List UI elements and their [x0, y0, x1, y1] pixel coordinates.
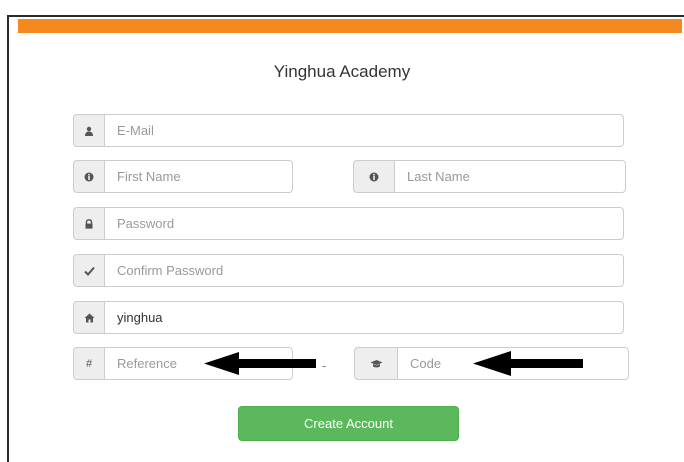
info-circle-icon: [353, 160, 394, 193]
school-input[interactable]: yinghua: [104, 301, 624, 334]
lock-icon: [73, 207, 104, 240]
password-group: Password: [73, 207, 624, 240]
last-name-group: Last Name: [353, 160, 626, 193]
create-account-button[interactable]: Create Account: [238, 406, 459, 441]
first-name-input[interactable]: First Name: [104, 160, 293, 193]
confirm-password-input[interactable]: Confirm Password: [104, 254, 624, 287]
first-name-group: First Name: [73, 160, 293, 193]
user-icon: [73, 114, 104, 147]
home-icon: [73, 301, 104, 334]
email-group: E-Mail: [73, 114, 624, 147]
confirm-password-group: Confirm Password: [73, 254, 624, 287]
hash-symbol: #: [85, 357, 93, 370]
email-input[interactable]: E-Mail: [104, 114, 624, 147]
school-group: yinghua: [73, 301, 624, 334]
arrow-pointing-to-code: [473, 351, 583, 376]
password-input[interactable]: Password: [104, 207, 624, 240]
accent-top-bar: [18, 19, 682, 33]
last-name-input[interactable]: Last Name: [394, 160, 626, 193]
checkmark-icon: [73, 254, 104, 287]
info-circle-icon: [73, 160, 104, 193]
page-title: Yinghua Academy: [273, 62, 411, 81]
graduation-cap-icon: [354, 347, 397, 380]
hash-icon: #: [73, 347, 104, 380]
arrow-pointing-to-reference: [204, 352, 316, 375]
separator: -: [322, 358, 327, 373]
